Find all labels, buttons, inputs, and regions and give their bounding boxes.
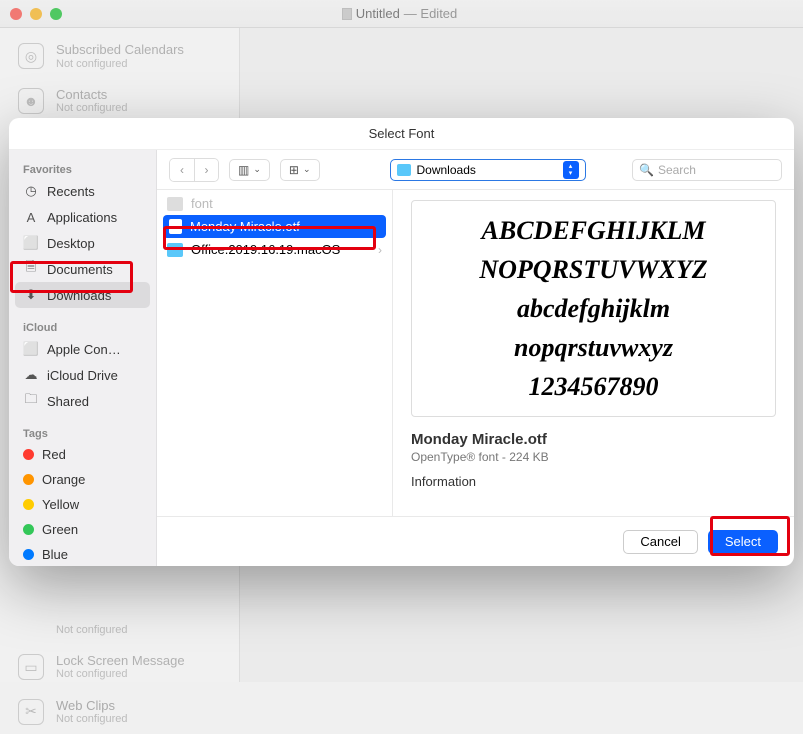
file-row-font[interactable]: font xyxy=(157,192,392,215)
file-row-monday-miracle[interactable]: Monday Miracle.otf xyxy=(163,215,386,238)
sidebar-tag-blue[interactable]: Blue xyxy=(9,542,156,566)
view-options[interactable]: ⊞⌄ xyxy=(280,159,320,181)
file-name: font xyxy=(191,196,213,211)
select-button[interactable]: Select xyxy=(708,530,778,554)
sidebar-section-favorites: Favorites xyxy=(9,158,156,178)
sidebar-item-desktop[interactable]: ⬜ Desktop xyxy=(9,230,156,256)
desktop-icon: ⬜ xyxy=(23,235,39,251)
dialog-footer: Cancel Select xyxy=(157,516,794,566)
sidebar-tag-yellow[interactable]: Yellow xyxy=(9,492,156,517)
chevron-down-icon: ⌄ xyxy=(253,164,261,175)
bg-item-label: Web Clips xyxy=(56,698,128,714)
file-list: font Monday Miracle.otf Office.2019.16.1… xyxy=(157,190,393,516)
preview-line: abcdefghijklm xyxy=(422,289,765,328)
chevron-right-icon: › xyxy=(378,243,382,257)
preview-line: nopqrstuvwxyz xyxy=(422,328,765,367)
file-name: Monday Miracle.otf xyxy=(190,219,300,234)
download-icon: ⬇ xyxy=(23,287,39,303)
tag-dot-icon xyxy=(23,449,34,460)
sidebar-item-documents[interactable]: 🗎 Documents xyxy=(9,256,156,282)
sidebar-item-icloud-drive[interactable]: ☁ iCloud Drive xyxy=(9,362,156,388)
preview-line: ABCDEFGHIJKLM xyxy=(422,211,765,250)
finder-toolbar: ‹ › ▥⌄ ⊞⌄ Downloads ▴▾ 🔍 Search xyxy=(157,150,794,190)
preview-info-label: Information xyxy=(411,474,776,489)
search-icon: 🔍 xyxy=(639,163,654,177)
folder-icon xyxy=(397,164,411,176)
sidebar-item-label: Desktop xyxy=(47,236,95,251)
sidebar-item-label: Recents xyxy=(47,184,95,199)
sidebar-item-label: Apple Con… xyxy=(47,342,121,357)
tag-dot-icon xyxy=(23,524,34,535)
select-font-dialog: Select Font Favorites ◷ Recents A Applicat… xyxy=(9,118,794,566)
monitor-icon: ⬜ xyxy=(23,341,39,357)
dropdown-arrows-icon: ▴▾ xyxy=(563,161,579,179)
sidebar-item-recents[interactable]: ◷ Recents xyxy=(9,178,156,204)
sidebar-tag-green[interactable]: Green xyxy=(9,517,156,542)
sidebar-item-applications[interactable]: A Applications xyxy=(9,204,156,230)
columns-icon: ▥ xyxy=(238,163,249,177)
sidebar-item-shared[interactable]: 🗀 Shared xyxy=(9,388,156,414)
grid-icon: ⊞ xyxy=(289,163,299,177)
font-preview: ABCDEFGHIJKLM NOPQRSTUVWXYZ abcdefghijkl… xyxy=(411,200,776,417)
folder-icon: 🗀 xyxy=(23,393,39,409)
forward-button[interactable]: › xyxy=(194,159,218,181)
sidebar-item-label: Red xyxy=(42,447,66,462)
view-mode-columns[interactable]: ▥⌄ xyxy=(229,159,270,181)
sidebar-item-label: Downloads xyxy=(47,288,111,303)
clock-icon: ◷ xyxy=(23,183,39,199)
tag-dot-icon xyxy=(23,549,34,560)
sidebar-item-label: Documents xyxy=(47,262,113,277)
content-area: font Monday Miracle.otf Office.2019.16.1… xyxy=(157,190,794,516)
clip-icon: ✂ xyxy=(18,699,44,725)
sidebar-tag-red[interactable]: Red xyxy=(9,442,156,467)
apps-icon: A xyxy=(23,209,39,225)
search-placeholder: Search xyxy=(658,163,696,177)
nav-buttons: ‹ › xyxy=(169,158,219,182)
sidebar-item-label: Orange xyxy=(42,472,85,487)
back-button[interactable]: ‹ xyxy=(170,159,194,181)
folder-icon xyxy=(167,197,183,211)
search-input[interactable]: 🔍 Search xyxy=(632,159,782,181)
font-file-icon xyxy=(169,219,182,234)
bg-item-sub: Not configured xyxy=(56,713,128,726)
preview-meta: Monday Miracle.otf OpenType® font - 224 … xyxy=(411,431,776,489)
sidebar-item-label: Blue xyxy=(42,547,68,562)
preview-filedesc: OpenType® font - 224 KB xyxy=(411,450,776,464)
sidebar-section-icloud: iCloud xyxy=(9,316,156,336)
file-name: Office.2019.16.19.macOS xyxy=(191,242,340,257)
file-row-office[interactable]: Office.2019.16.19.macOS › xyxy=(157,238,392,261)
sidebar-item-label: Applications xyxy=(47,210,117,225)
sidebar-section-tags: Tags xyxy=(9,422,156,442)
folder-icon xyxy=(167,243,183,257)
location-label: Downloads xyxy=(417,163,476,177)
sidebar-item-label: iCloud Drive xyxy=(47,368,118,383)
cloud-icon: ☁ xyxy=(23,367,39,383)
preview-line: NOPQRSTUVWXYZ xyxy=(422,250,765,289)
sidebar-item-label: Shared xyxy=(47,394,89,409)
preview-filename: Monday Miracle.otf xyxy=(411,431,776,448)
location-dropdown[interactable]: Downloads ▴▾ xyxy=(390,159,586,181)
chevron-down-icon: ⌄ xyxy=(303,164,311,175)
preview-pane: ABCDEFGHIJKLM NOPQRSTUVWXYZ abcdefghijkl… xyxy=(393,190,794,516)
tag-dot-icon xyxy=(23,474,34,485)
sidebar-item-label: Green xyxy=(42,522,78,537)
sidebar-item-apple-configurator[interactable]: ⬜ Apple Con… xyxy=(9,336,156,362)
dialog-title: Select Font xyxy=(9,118,794,150)
sidebar-item-downloads[interactable]: ⬇ Downloads xyxy=(15,282,150,308)
bg-item-webclips: ✂ Web ClipsNot configured xyxy=(0,690,239,734)
document-icon: 🗎 xyxy=(23,261,39,277)
tag-dot-icon xyxy=(23,499,34,510)
sidebar-tag-orange[interactable]: Orange xyxy=(9,467,156,492)
finder-sidebar: Favorites ◷ Recents A Applications ⬜ Deskto… xyxy=(9,150,157,566)
main-area: ‹ › ▥⌄ ⊞⌄ Downloads ▴▾ 🔍 Search xyxy=(157,150,794,566)
preview-line: 1234567890 xyxy=(422,367,765,406)
sidebar-item-label: Yellow xyxy=(42,497,79,512)
cancel-button[interactable]: Cancel xyxy=(623,530,697,554)
